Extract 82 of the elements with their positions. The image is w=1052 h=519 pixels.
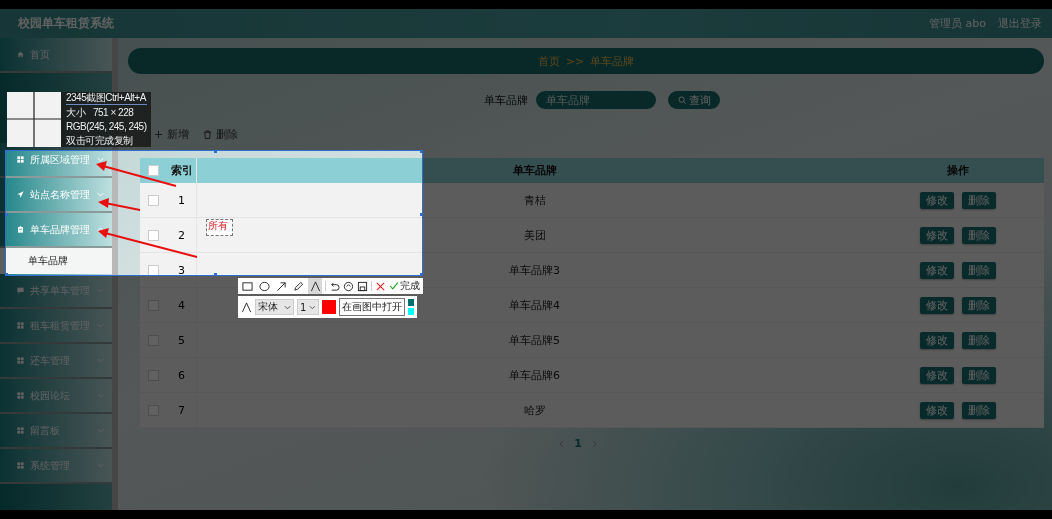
column-header: 单车品牌 (511, 163, 558, 178)
edit-button[interactable]: 修改 (920, 261, 954, 279)
delete-button[interactable]: 删除 (962, 191, 996, 209)
page-number[interactable]: 1 (574, 437, 582, 450)
paper-plane-icon (17, 191, 24, 198)
done-button[interactable]: 完成 (389, 279, 421, 293)
delete-button[interactable]: 删除 (962, 331, 996, 349)
shortcut-text: 2345截图Ctrl+Alt+A (66, 92, 147, 105)
row-checkbox[interactable] (148, 264, 159, 276)
breadcrumb-separator: >> (565, 54, 585, 68)
grid-icon (17, 156, 24, 163)
grid-icon (17, 392, 24, 399)
edit-button[interactable]: 修改 (920, 296, 954, 314)
sidebar-item[interactable]: 站点名称管理 (0, 178, 112, 213)
table-cell: 美团 (523, 228, 546, 242)
delete-button[interactable]: 删除 (962, 261, 996, 279)
table-cell: 3 (167, 253, 197, 287)
text-icon (241, 301, 252, 313)
text-tool[interactable] (308, 278, 323, 294)
column-header: 索引 (167, 158, 197, 183)
clipboard-icon (17, 226, 24, 233)
caret-icon (284, 304, 291, 310)
tooltip: 在画图中打开 (339, 298, 405, 316)
table-cell: 1 (167, 183, 197, 217)
delete-button[interactable]: 删除 (203, 125, 238, 143)
save-icon[interactable] (357, 280, 369, 292)
undo-icon[interactable] (329, 280, 341, 292)
size-dropdown[interactable]: 1 (297, 299, 319, 315)
table-cell: 6 (167, 358, 197, 392)
plus-icon (154, 129, 163, 139)
delete-button[interactable]: 删除 (962, 401, 996, 419)
grid-icon (17, 427, 24, 434)
trash-icon (203, 129, 212, 139)
breadcrumb-current: 单车品牌 (590, 53, 635, 69)
table-cell: 哈罗 (523, 403, 546, 417)
search-icon (677, 96, 686, 104)
table-cell: 5 (167, 323, 197, 357)
home-icon (17, 51, 24, 58)
delete-button[interactable]: 删除 (962, 296, 996, 314)
table-cell: 单车品牌3 (509, 263, 560, 277)
table-cell: 7 (167, 393, 197, 427)
app-title: 校园单车租赁系统 (18, 15, 115, 32)
table-cell: 单车品牌5 (509, 333, 560, 347)
size-label: 大小 (66, 107, 85, 119)
logout-link[interactable]: 退出登录 (998, 16, 1042, 31)
color-swatch[interactable] (408, 308, 414, 315)
caret-icon (309, 304, 316, 310)
delete-button[interactable]: 删除 (962, 226, 996, 244)
check-icon (389, 281, 400, 291)
edit-button[interactable]: 修改 (920, 401, 954, 419)
capture-selection[interactable] (5, 150, 423, 276)
table-cell: 2 (167, 218, 197, 252)
delete-button[interactable]: 删除 (962, 366, 996, 384)
size-value: 751 × 228 (93, 107, 134, 119)
color-swatch[interactable] (408, 299, 414, 306)
grid-icon (17, 462, 24, 469)
table-cell: 单车品牌6 (509, 368, 560, 382)
sidebar-item[interactable]: 单车品牌管理 (0, 213, 112, 248)
table-cell: 青桔 (523, 193, 546, 207)
search-label: 单车品牌 (484, 92, 528, 108)
edit-button[interactable]: 修改 (920, 331, 954, 349)
close-icon[interactable] (375, 280, 387, 292)
edit-button[interactable]: 修改 (920, 226, 954, 244)
search-button[interactable]: 查询 (668, 91, 720, 109)
table-cell: 单车品牌4 (509, 298, 560, 312)
grid-icon (17, 322, 24, 329)
sidebar-subitem[interactable]: 单车品牌 (0, 248, 112, 274)
font-dropdown[interactable]: 宋体 (255, 299, 294, 315)
row-checkbox[interactable] (148, 194, 159, 206)
select-all-checkbox[interactable] (148, 165, 159, 176)
annotation-text[interactable]: 所有 (206, 219, 233, 236)
grid-icon (17, 357, 24, 364)
chat-icon (17, 287, 24, 294)
row-checkbox[interactable] (148, 229, 159, 241)
table-cell: 4 (167, 288, 197, 322)
annotation-arrow (98, 198, 141, 211)
column-header: 操作 (946, 163, 970, 178)
current-color-swatch[interactable] (322, 300, 336, 314)
color-value: RGB(245, 245, 245) (66, 121, 147, 133)
edit-button[interactable]: 修改 (920, 366, 954, 384)
edit-button[interactable]: 修改 (920, 191, 954, 209)
breadcrumb-link[interactable]: 首页 (537, 53, 560, 69)
